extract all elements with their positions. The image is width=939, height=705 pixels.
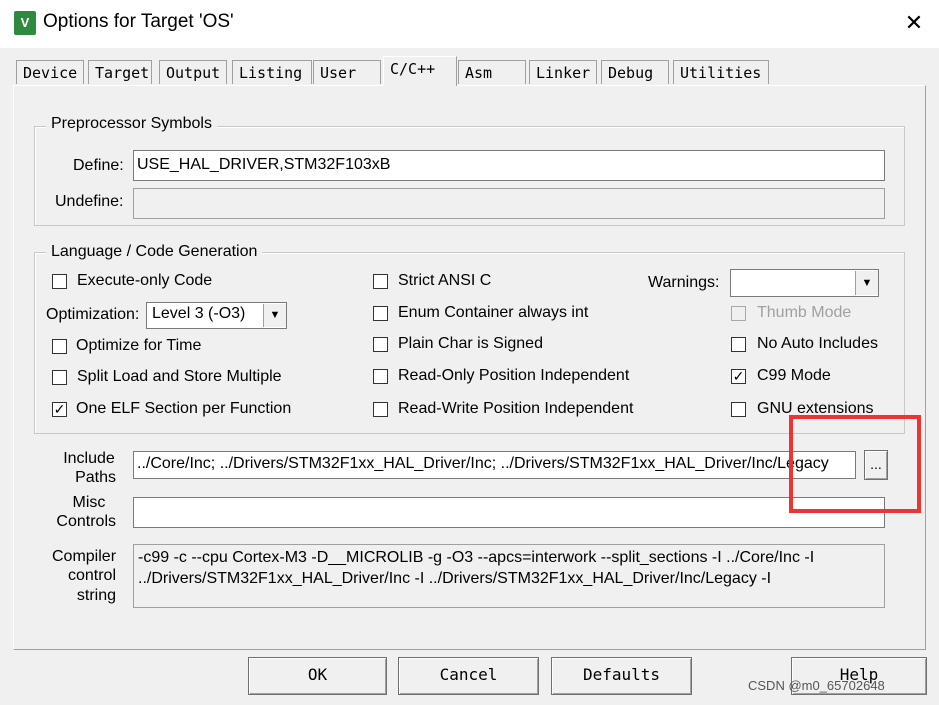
compiler-string-label-line1: Compiler: [52, 548, 117, 565]
include-paths-field[interactable]: ../Core/Inc; ../Drivers/STM32F1xx_HAL_Dr…: [133, 451, 856, 479]
execute-only-checkbox[interactable]: [52, 274, 67, 289]
rw-pi-checkbox[interactable]: [373, 402, 388, 417]
optimization-label: Optimization:: [46, 306, 140, 323]
include-paths-label-line1: Include: [63, 450, 115, 467]
tab-target[interactable]: Target: [88, 60, 152, 84]
compiler-string-line2: ../Drivers/STM32F1xx_HAL_Driver/Inc -I .…: [138, 570, 772, 587]
optimization-select[interactable]: Level 3 (-O3) ▼: [146, 302, 287, 329]
ro-pi-label: Read-Only Position Independent: [398, 367, 630, 384]
check-icon: ✓: [732, 368, 745, 384]
warnings-select[interactable]: ▼: [730, 269, 879, 297]
split-load-store-checkbox[interactable]: [52, 370, 67, 385]
tab-listing[interactable]: Listing: [232, 60, 312, 84]
tab-utilities[interactable]: Utilities: [673, 60, 769, 84]
optimize-for-time-label: Optimize for Time: [76, 337, 202, 354]
watermark: CSDN @m0_65702648: [748, 678, 885, 693]
enum-container-checkbox[interactable]: [373, 306, 388, 321]
define-label: Define:: [73, 157, 124, 174]
compiler-control-string: -c99 -c --cpu Cortex-M3 -D__MICROLIB -g …: [133, 544, 885, 608]
split-load-store-label: Split Load and Store Multiple: [77, 368, 282, 385]
close-icon[interactable]: ✕: [896, 6, 932, 40]
c99-mode-label: C99 Mode: [757, 367, 831, 384]
rw-pi-label: Read-Write Position Independent: [398, 400, 634, 417]
warnings-label: Warnings:: [648, 274, 720, 291]
misc-controls-label-line1: Misc: [72, 494, 106, 511]
cancel-button[interactable]: Cancel: [398, 657, 539, 695]
chevron-down-icon[interactable]: ▼: [855, 271, 878, 295]
enum-container-label: Enum Container always int: [398, 304, 589, 321]
tab-debug[interactable]: Debug: [601, 60, 669, 84]
no-auto-includes-label: No Auto Includes: [757, 335, 878, 352]
gnu-extensions-checkbox[interactable]: [731, 402, 746, 417]
thumb-mode-label: Thumb Mode: [757, 304, 852, 321]
window-title: Options for Target 'OS': [43, 11, 234, 32]
chevron-down-icon[interactable]: ▼: [263, 304, 286, 327]
plain-char-signed-label: Plain Char is Signed: [398, 335, 543, 352]
preprocessor-symbols-label: Preprocessor Symbols: [46, 115, 217, 133]
one-elf-section-checkbox[interactable]: ✓: [52, 402, 67, 417]
undefine-field[interactable]: [133, 188, 885, 219]
defaults-button[interactable]: Defaults: [551, 657, 692, 695]
ro-pi-checkbox[interactable]: [373, 369, 388, 384]
tab-c-cpp[interactable]: C/C++: [383, 56, 457, 86]
one-elf-section-label: One ELF Section per Function: [76, 400, 292, 417]
highlight-annotation: [789, 415, 921, 513]
plain-char-signed-checkbox[interactable]: [373, 337, 388, 352]
optimize-for-time-checkbox[interactable]: [52, 339, 67, 354]
define-field[interactable]: USE_HAL_DRIVER,STM32F103xB: [133, 150, 885, 181]
tab-output[interactable]: Output: [159, 60, 227, 84]
strict-ansi-label: Strict ANSI C: [398, 272, 492, 289]
misc-controls-label-line2: Controls: [56, 513, 116, 530]
optimization-value: Level 3 (-O3): [152, 305, 246, 322]
tab-linker[interactable]: Linker: [529, 60, 597, 84]
strict-ansi-checkbox[interactable]: [373, 274, 388, 289]
compiler-string-line1: -c99 -c --cpu Cortex-M3 -D__MICROLIB -g …: [138, 549, 815, 566]
no-auto-includes-checkbox[interactable]: [731, 337, 746, 352]
tab-user[interactable]: User: [313, 60, 381, 84]
include-paths-label-line2: Paths: [75, 469, 116, 486]
ok-button[interactable]: OK: [248, 657, 387, 695]
compiler-string-label-line2: control: [67, 567, 116, 584]
undefine-label: Undefine:: [55, 193, 124, 210]
tab-asm[interactable]: Asm: [458, 60, 526, 84]
c99-mode-checkbox[interactable]: ✓: [731, 369, 746, 384]
compiler-string-label-line3: string: [76, 587, 116, 604]
check-icon: ✓: [53, 401, 66, 417]
execute-only-label: Execute-only Code: [77, 272, 213, 289]
app-icon: V: [14, 11, 36, 35]
thumb-mode-checkbox[interactable]: [731, 306, 746, 321]
misc-controls-field[interactable]: [133, 497, 885, 528]
tab-device[interactable]: Device: [16, 60, 84, 84]
language-code-generation-label: Language / Code Generation: [46, 243, 263, 261]
